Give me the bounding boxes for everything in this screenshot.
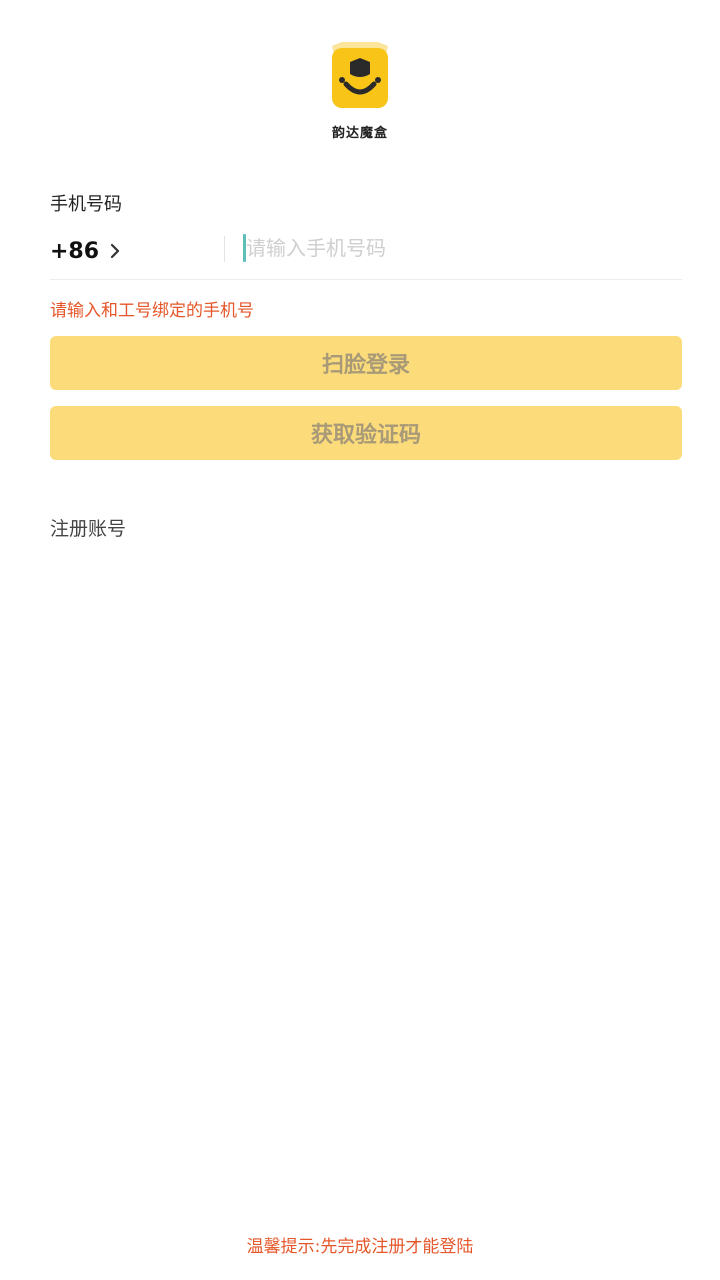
country-code-value: +86 <box>50 238 100 264</box>
footer-tip: 温馨提示:先完成注册才能登陆 <box>246 1237 474 1257</box>
login-page: 韵达魔盒 手机号码 +86 请输入和工号绑定的手机号 扫脸登录 获取验证码 注册… <box>0 0 720 1280</box>
phone-hint: 请输入和工号绑定的手机号 <box>50 301 254 321</box>
phone-label: 手机号码 <box>50 194 122 215</box>
phone-input-row: +86 <box>50 222 682 280</box>
country-code-selector[interactable]: +86 <box>50 236 121 266</box>
chevron-right-icon <box>110 243 120 259</box>
get-code-button[interactable]: 获取验证码 <box>50 406 682 460</box>
face-login-button[interactable]: 扫脸登录 <box>50 336 682 390</box>
app-logo: 韵达魔盒 <box>0 40 720 141</box>
register-link[interactable]: 注册账号 <box>50 514 126 541</box>
phone-input[interactable] <box>246 230 676 266</box>
smiling-mascot-icon <box>328 40 392 112</box>
input-divider <box>224 236 225 262</box>
app-name: 韵达魔盒 <box>331 126 388 141</box>
